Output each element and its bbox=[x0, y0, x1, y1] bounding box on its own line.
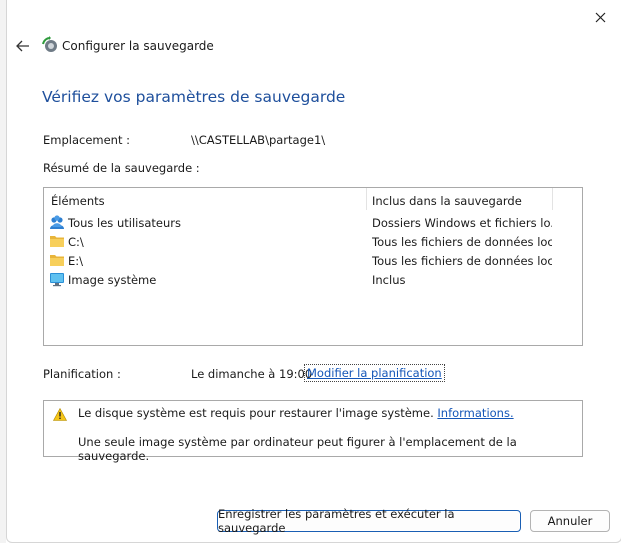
column-divider[interactable] bbox=[552, 188, 553, 210]
folder-icon bbox=[50, 255, 64, 266]
row-included: Tous les fichiers de données loc... bbox=[372, 254, 552, 268]
cancel-button[interactable]: Annuler bbox=[530, 510, 610, 532]
warning-text: Le disque système est requis pour restau… bbox=[78, 406, 514, 420]
table-row[interactable]: Tous les utilisateurs Dossiers Windows e… bbox=[44, 213, 582, 232]
window-title: Configurer la sauvegarde bbox=[62, 39, 214, 53]
location-label: Emplacement : bbox=[43, 133, 131, 147]
back-button[interactable] bbox=[12, 36, 34, 56]
summary-table: Éléments Inclus dans la sauvegarde Tous … bbox=[43, 187, 583, 346]
warning-note: Une seule image système par ordinateur p… bbox=[78, 435, 517, 463]
dialog-window: Configurer la sauvegarde Vérifiez vos pa… bbox=[6, 0, 621, 543]
page-heading: Vérifiez vos paramètres de sauvegarde bbox=[42, 88, 346, 106]
save-and-run-button[interactable]: Enregistrer les paramètres et exécuter l… bbox=[217, 507, 521, 535]
modify-schedule-link[interactable]: Modifier la planification bbox=[304, 364, 445, 382]
row-included: Dossiers Windows et fichiers lo... bbox=[372, 216, 552, 230]
row-name: E:\ bbox=[68, 254, 84, 268]
arrow-left-icon bbox=[16, 40, 29, 52]
users-icon bbox=[50, 215, 64, 229]
backup-icon bbox=[42, 36, 57, 52]
row-name: C:\ bbox=[68, 235, 84, 249]
row-included: Inclus bbox=[372, 273, 406, 287]
close-icon bbox=[595, 12, 605, 22]
summary-label: Résumé de la sauvegarde : bbox=[43, 161, 200, 175]
column-divider[interactable] bbox=[366, 188, 367, 210]
schedule-label: Planification : bbox=[43, 367, 121, 381]
table-row[interactable]: Image système Inclus bbox=[44, 270, 582, 289]
warning-box: Le disque système est requis pour restau… bbox=[43, 400, 583, 463]
column-header-included[interactable]: Inclus dans la sauvegarde bbox=[372, 194, 522, 208]
row-name: Image système bbox=[68, 273, 157, 287]
warning-message: Le disque système est requis pour restau… bbox=[78, 406, 434, 420]
warning-icon bbox=[53, 408, 67, 421]
location-value: \\CASTELLAB\partage1\ bbox=[191, 133, 326, 147]
row-included: Tous les fichiers de données loc... bbox=[372, 235, 552, 249]
table-row[interactable]: C:\ Tous les fichiers de données loc... bbox=[44, 232, 582, 251]
folder-icon bbox=[50, 236, 64, 247]
monitor-icon bbox=[50, 273, 64, 287]
schedule-value: Le dimanche à 19:00 bbox=[191, 367, 313, 381]
information-link[interactable]: Informations. bbox=[437, 406, 513, 420]
close-button[interactable] bbox=[589, 8, 611, 26]
table-row[interactable]: E:\ Tous les fichiers de données loc... bbox=[44, 251, 582, 270]
column-header-items[interactable]: Éléments bbox=[51, 194, 105, 208]
row-name: Tous les utilisateurs bbox=[68, 216, 181, 230]
